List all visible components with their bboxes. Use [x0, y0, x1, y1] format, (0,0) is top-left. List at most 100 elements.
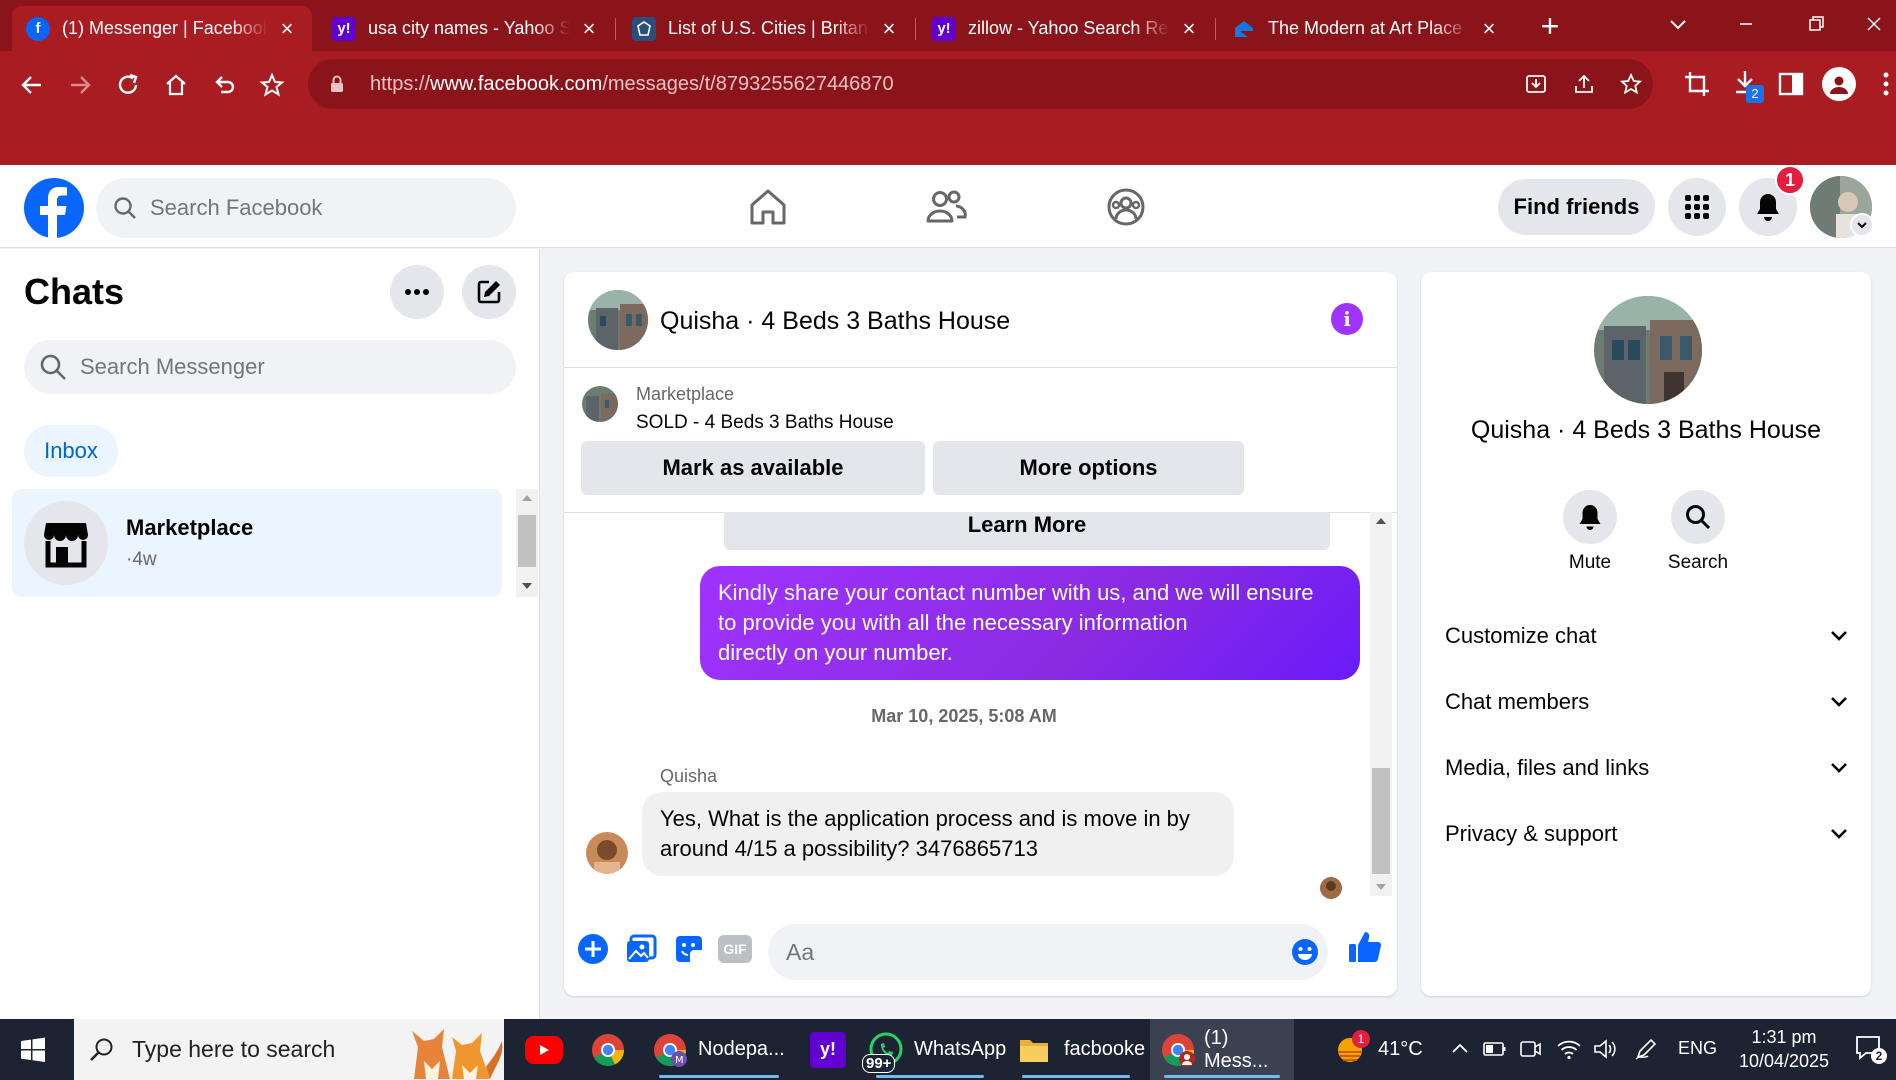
chat-members-section[interactable]: Chat members: [1445, 674, 1849, 730]
friends-nav-icon[interactable]: [924, 185, 968, 229]
tab-britannica[interactable]: List of U.S. Cities | Britannica ×: [618, 6, 914, 51]
chat-avatar[interactable]: [588, 290, 648, 350]
plus-circle-icon[interactable]: [576, 932, 610, 966]
close-icon[interactable]: ×: [276, 16, 298, 42]
emoji-icon[interactable]: [1290, 937, 1320, 967]
taskbar-chrome-nodepad[interactable]: M Nodepa...: [644, 1019, 794, 1080]
new-message-button[interactable]: [462, 265, 516, 319]
close-icon[interactable]: ×: [1178, 16, 1200, 42]
conversation-item-marketplace[interactable]: Marketplace ·4w: [12, 489, 502, 597]
back-button[interactable]: [14, 67, 50, 103]
message-input[interactable]: [786, 938, 1246, 966]
message-input-box[interactable]: [768, 924, 1328, 980]
more-options-button[interactable]: More options: [933, 441, 1244, 495]
home-button[interactable]: [158, 67, 194, 103]
restore-icon[interactable]: [1804, 12, 1828, 36]
new-tab-button[interactable]: +: [1534, 8, 1566, 44]
tray-chevron-up-icon[interactable]: [1450, 1039, 1470, 1059]
weather-widget[interactable]: 1 41°C: [1332, 1019, 1448, 1080]
windows-start-icon[interactable]: [20, 1037, 46, 1063]
pen-icon[interactable]: [1634, 1037, 1658, 1061]
tab-search-chevron-icon[interactable]: [1666, 14, 1690, 34]
minimize-icon[interactable]: [1734, 12, 1758, 36]
scroll-thumb[interactable]: [518, 515, 536, 567]
account-menu-button[interactable]: [1850, 213, 1874, 237]
received-message-bubble[interactable]: Yes, What is the application process and…: [642, 792, 1234, 876]
groups-nav-icon[interactable]: [1104, 185, 1148, 229]
thumbs-up-icon[interactable]: [1346, 928, 1384, 966]
taskbar-yahoo[interactable]: y!: [800, 1019, 856, 1080]
crop-icon[interactable]: [1682, 69, 1712, 99]
meet-now-icon[interactable]: [1518, 1037, 1542, 1061]
close-icon[interactable]: ×: [878, 16, 900, 42]
kebab-menu-icon[interactable]: [1880, 69, 1892, 99]
close-window-icon[interactable]: [1862, 12, 1886, 36]
battery-icon[interactable]: [1482, 1037, 1508, 1061]
sent-message-bubble[interactable]: Kindly share your contact number with us…: [700, 566, 1360, 680]
speaker-icon[interactable]: [1592, 1037, 1618, 1061]
photo-gallery-icon[interactable]: [624, 932, 658, 966]
find-friends-button[interactable]: Find friends: [1498, 179, 1655, 235]
taskbar-folder-facbooke[interactable]: facbooke: [1008, 1019, 1145, 1080]
forward-button[interactable]: [62, 67, 98, 103]
taskbar-search-box[interactable]: Type here to search: [74, 1019, 504, 1080]
privacy-support-section[interactable]: Privacy & support: [1445, 806, 1849, 862]
taskbar-chrome-messenger[interactable]: (1) Mess...: [1150, 1019, 1294, 1080]
taskbar-whatsapp[interactable]: 99+ WhatsApp: [862, 1019, 1006, 1080]
bookmarks-button[interactable]: [254, 67, 290, 103]
messenger-search-input[interactable]: [80, 354, 420, 380]
chat-scrollbar[interactable]: [1370, 512, 1392, 896]
listing-thumbnail[interactable]: [582, 386, 618, 422]
gif-button[interactable]: GIF: [718, 935, 752, 963]
scroll-down-icon[interactable]: [521, 581, 533, 591]
home-nav-icon[interactable]: [746, 185, 790, 229]
mark-as-available-button[interactable]: Mark as available: [581, 441, 925, 495]
facebook-search-input[interactable]: [150, 195, 490, 221]
close-icon[interactable]: ×: [578, 16, 600, 42]
scroll-up-icon[interactable]: [1375, 516, 1387, 526]
downloads-button[interactable]: 2: [1730, 67, 1766, 105]
chat-options-button[interactable]: [390, 265, 444, 319]
tab-yahoo-city-names[interactable]: y! usa city names - Yahoo Search ×: [318, 6, 614, 51]
menu-button[interactable]: [1668, 178, 1726, 236]
sidebar-scrollbar[interactable]: [516, 489, 538, 597]
customize-chat-section[interactable]: Customize chat: [1445, 608, 1849, 664]
conversation-info-button[interactable]: i: [1331, 303, 1363, 335]
scroll-down-icon[interactable]: [1375, 882, 1387, 892]
chat-title[interactable]: Quisha · 4 Beds 3 Baths House: [660, 307, 1010, 336]
taskbar-youtube[interactable]: [516, 1019, 572, 1080]
browser-toolbar: https://www.facebook.com/messages/t/8793…: [0, 51, 1896, 165]
wifi-icon[interactable]: [1556, 1037, 1582, 1061]
undo-button[interactable]: [206, 67, 242, 103]
mute-button[interactable]: [1563, 490, 1617, 544]
tab-modern-art-place[interactable]: The Modern at Art Place ×: [1218, 6, 1514, 51]
scroll-up-icon[interactable]: [521, 493, 533, 503]
language-indicator[interactable]: ENG: [1678, 1038, 1717, 1059]
close-icon[interactable]: ×: [1478, 16, 1500, 42]
scroll-thumb[interactable]: [1372, 768, 1390, 874]
tab-yahoo-zillow[interactable]: y! zillow - Yahoo Search Results ×: [918, 6, 1214, 51]
facebook-search-box[interactable]: [96, 178, 516, 238]
inbox-filter-tab[interactable]: Inbox: [24, 425, 118, 477]
bookmark-star-icon[interactable]: [1619, 72, 1643, 96]
search-in-conversation-button[interactable]: [1671, 490, 1725, 544]
tab-messenger[interactable]: f (1) Messenger | Facebook ×: [12, 6, 312, 51]
media-files-links-section[interactable]: Media, files and links: [1445, 740, 1849, 796]
profile-button[interactable]: [1822, 67, 1856, 101]
reload-button[interactable]: [110, 67, 146, 103]
info-avatar[interactable]: [1594, 296, 1702, 404]
system-clock[interactable]: 1:31 pm 10/04/2025: [1724, 1025, 1844, 1073]
share-icon[interactable]: [1572, 72, 1596, 96]
learn-more-button[interactable]: Learn More: [724, 512, 1330, 550]
sticker-icon[interactable]: [672, 932, 706, 966]
listing-title[interactable]: SOLD - 4 Beds 3 Baths House: [636, 412, 894, 434]
install-app-icon[interactable]: [1524, 72, 1548, 96]
notification-center-button[interactable]: 2: [1854, 1033, 1887, 1067]
messenger-search-box[interactable]: [24, 340, 516, 394]
lock-icon[interactable]: [328, 74, 346, 94]
taskbar-chrome[interactable]: [580, 1019, 636, 1080]
sender-avatar[interactable]: [586, 832, 628, 874]
address-bar[interactable]: https://www.facebook.com/messages/t/8793…: [308, 59, 1653, 109]
side-panel-icon[interactable]: [1776, 69, 1806, 99]
facebook-logo-icon[interactable]: [24, 178, 84, 238]
